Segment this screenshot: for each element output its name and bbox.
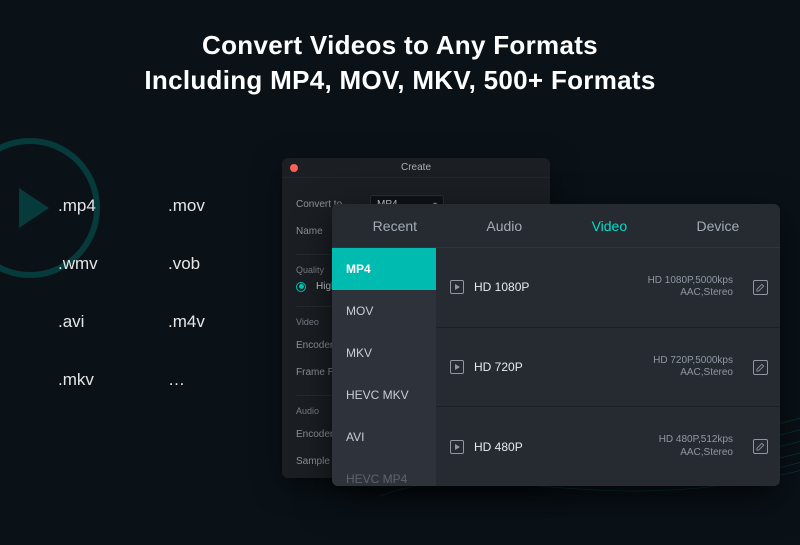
preset-detail-line: AAC,Stereo xyxy=(556,367,733,380)
play-box-icon xyxy=(450,360,464,374)
tab-video[interactable]: Video xyxy=(582,218,638,234)
edit-icon xyxy=(756,363,765,372)
play-box-icon xyxy=(450,440,464,454)
tab-audio[interactable]: Audio xyxy=(476,218,532,234)
format-ext: .wmv xyxy=(58,254,168,274)
sidebar-item-hevc-mkv[interactable]: HEVC MKV xyxy=(332,374,436,416)
tab-recent[interactable]: Recent xyxy=(363,218,427,234)
preset-name: HD 480P xyxy=(474,440,546,454)
edit-preset-button[interactable] xyxy=(753,439,768,454)
preset-details: HD 720P,5000kps AAC,Stereo xyxy=(556,355,733,380)
edit-icon xyxy=(756,442,765,451)
preset-detail-line: HD 720P,5000kps xyxy=(556,355,733,368)
quality-high-radio[interactable] xyxy=(296,282,306,292)
format-picker-window: Recent Audio Video Device MP4 MOV MKV HE… xyxy=(332,204,780,486)
preset-row[interactable]: HD 720P HD 720P,5000kps AAC,Stereo xyxy=(436,328,780,408)
format-ext: … xyxy=(168,370,278,390)
sidebar-item-avi[interactable]: AVI xyxy=(332,416,436,458)
format-ext: .vob xyxy=(168,254,278,274)
create-dialog-title: Create xyxy=(282,162,550,173)
format-ext: .avi xyxy=(58,312,168,332)
preset-detail-line: AAC,Stereo xyxy=(556,287,733,300)
sidebar-item-mp4[interactable]: MP4 xyxy=(332,248,436,290)
formats-grid: .mp4 .mov .wmv .vob .avi .m4v .mkv … xyxy=(58,196,278,390)
sidebar-item-mkv[interactable]: MKV xyxy=(332,332,436,374)
format-tabs: Recent Audio Video Device xyxy=(332,204,780,248)
preset-details: HD 480P,512kps AAC,Stereo xyxy=(556,434,733,459)
preset-details: HD 1080P,5000kps AAC,Stereo xyxy=(556,275,733,300)
format-ext: .m4v xyxy=(168,312,278,332)
headline-line-2: Including MP4, MOV, MKV, 500+ Formats xyxy=(20,63,780,98)
play-triangle-icon xyxy=(19,188,49,228)
format-ext: .mov xyxy=(168,196,278,216)
sidebar-item-mov[interactable]: MOV xyxy=(332,290,436,332)
sidebar-item-hevc-mp4[interactable]: HEVC MP4 xyxy=(332,458,436,486)
preset-row[interactable]: HD 480P HD 480P,512kps AAC,Stereo xyxy=(436,407,780,486)
format-ext: .mp4 xyxy=(58,196,168,216)
preset-row[interactable]: HD 1080P HD 1080P,5000kps AAC,Stereo xyxy=(436,248,780,328)
preset-name: HD 720P xyxy=(474,360,546,374)
tab-device[interactable]: Device xyxy=(686,218,749,234)
preset-detail-line: AAC,Stereo xyxy=(556,447,733,460)
create-dialog-titlebar: Create xyxy=(282,158,550,178)
format-sidebar: MP4 MOV MKV HEVC MKV AVI HEVC MP4 xyxy=(332,248,436,486)
preset-detail-line: HD 480P,512kps xyxy=(556,434,733,447)
headline-line-1: Convert Videos to Any Formats xyxy=(20,28,780,63)
preset-name: HD 1080P xyxy=(474,280,546,294)
edit-preset-button[interactable] xyxy=(753,360,768,375)
format-ext: .mkv xyxy=(58,370,168,390)
edit-preset-button[interactable] xyxy=(753,280,768,295)
play-box-icon xyxy=(450,280,464,294)
preset-list: HD 1080P HD 1080P,5000kps AAC,Stereo HD … xyxy=(436,248,780,486)
edit-icon xyxy=(756,283,765,292)
page-headline: Convert Videos to Any Formats Including … xyxy=(0,0,800,98)
preset-detail-line: HD 1080P,5000kps xyxy=(556,275,733,288)
